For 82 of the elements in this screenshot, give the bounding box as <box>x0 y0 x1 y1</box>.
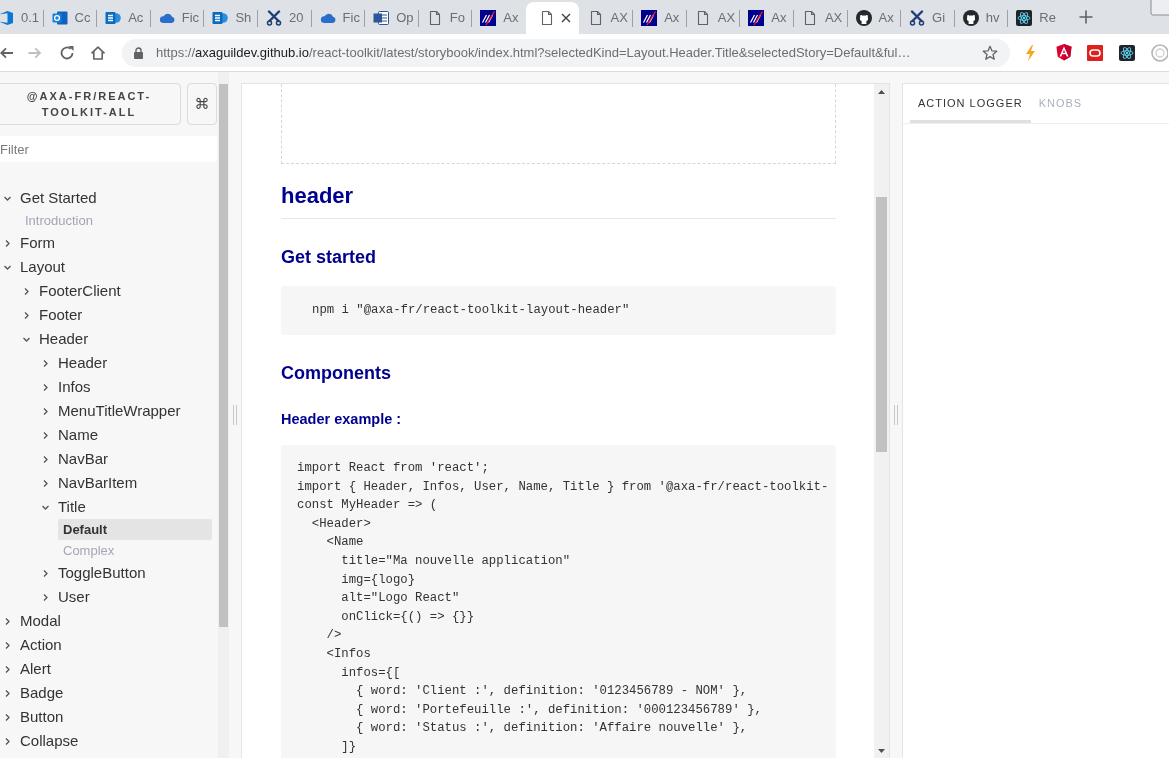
shortcuts-button[interactable]: ⌘ <box>187 83 217 125</box>
atom-icon <box>1016 10 1033 26</box>
storybook-title-button[interactable]: @AXA-FR/REACT-TOOLKIT-ALL <box>0 83 181 125</box>
cat-logo-icon <box>855 10 872 26</box>
close-icon[interactable] <box>560 13 571 23</box>
section-heading: Get started <box>281 246 378 269</box>
tree-item[interactable]: Form <box>0 231 218 255</box>
scroll-down-icon[interactable] <box>878 748 885 753</box>
stripes-logo-icon <box>641 10 658 26</box>
tree-item[interactable]: Infos <box>0 375 218 399</box>
browser-tab[interactable]: Ax <box>472 2 525 34</box>
tree-item[interactable]: Get Started <box>0 186 218 210</box>
browser-tab[interactable]: Ax <box>740 2 793 34</box>
scroll-up-icon[interactable] <box>878 89 885 94</box>
browser-tab[interactable]: AX <box>793 2 847 34</box>
resize-handle[interactable] <box>894 405 898 425</box>
browser-tab[interactable] <box>525 2 579 34</box>
browser-tab[interactable]: Fic <box>311 2 365 34</box>
atom-icon[interactable] <box>1119 44 1135 61</box>
shield-icon[interactable] <box>1056 44 1072 61</box>
tree-item[interactable]: Collapse <box>0 729 218 753</box>
code-block: npm i "@axa-fr/react-toolkit-layout-header" <box>281 286 836 335</box>
list-tile-icon <box>105 10 122 26</box>
browser-tab[interactable]: Ac <box>97 2 150 34</box>
tree-item[interactable]: NavBar <box>0 447 218 471</box>
browser-tab[interactable]: 0.1 <box>0 2 43 34</box>
code-block: import React from 'react'; import { Header, Infos, User, Name, Title } from '@axa-fr/react-toolkit- const MyHeader => ( <Header> <Name title="Ma nouvelle application" img={logo} alt="Logo React" onClick={() => {}} /> <Infos infos={[ { word: 'Client :', definition: '0123456789 - NOM' }, { word: 'Portefeuille :', definition: '000123456789' }, { word: 'Status :', definition: 'Affaire nouvelle' }, ]} <box>281 445 836 758</box>
cat-logo-icon <box>962 10 979 26</box>
tree-item[interactable]: Modal <box>0 609 218 633</box>
browser-tab[interactable]: Cc <box>43 2 97 34</box>
browser-tab[interactable]: Sh <box>204 2 257 34</box>
browser-tab[interactable]: Fo <box>418 2 472 34</box>
browser-tab[interactable]: 20 <box>257 2 311 34</box>
tree-item[interactable]: MenuTitleWrapper <box>0 399 218 423</box>
tree-item[interactable]: Title <box>0 495 218 519</box>
tree-item[interactable]: User <box>0 585 218 609</box>
browser-tab[interactable]: Gi <box>901 2 954 34</box>
url-text: https://axaguildev.github.io/react-toolkit/latest/storybook/index.html?selectedKind=Layout.Header.Title&selectedStory=Default&ful… <box>156 43 911 62</box>
filter-input[interactable]: Filter <box>0 136 217 162</box>
new-tab-icon[interactable] <box>1077 9 1094 25</box>
tree-item[interactable]: Button <box>0 705 218 729</box>
browser-tab[interactable]: Ax <box>633 2 686 34</box>
tree-item[interactable]: Header <box>0 327 218 351</box>
resize-handle[interactable] <box>233 405 237 425</box>
browser-tab[interactable]: hv <box>954 2 1008 34</box>
scrollbar-thumb[interactable] <box>219 84 228 627</box>
mail-icon <box>51 10 68 26</box>
tree-item[interactable]: ToggleButton <box>0 561 218 585</box>
addon-tab[interactable]: ACTION LOGGER <box>910 84 1031 123</box>
tree-item[interactable]: Layout <box>0 255 218 279</box>
home-icon[interactable] <box>90 44 106 61</box>
list-tile-icon <box>212 10 229 26</box>
tree-item[interactable]: Footer <box>0 303 218 327</box>
browser-tab[interactable]: Op <box>365 2 418 34</box>
browser-tab[interactable]: Re <box>1008 2 1061 34</box>
stripes-logo-icon <box>480 10 497 26</box>
address-bar[interactable]: https://axaguildev.github.io/react-toolkit/latest/storybook/index.html?selectedKind=Layout.Header.Title&selectedStory=Default&ful… <box>122 38 1010 67</box>
scrollbar-thumb[interactable] <box>876 197 887 452</box>
tree-item[interactable]: FooterClient <box>0 279 218 303</box>
tree-item[interactable]: Badge <box>0 681 218 705</box>
bookmark-star-icon[interactable] <box>982 44 998 61</box>
lock-icon <box>134 46 143 59</box>
browser-tab[interactable]: Ax <box>847 2 901 34</box>
document-tile-icon <box>373 10 390 26</box>
tree-item[interactable]: Header <box>0 351 218 375</box>
tree-item[interactable]: NavBarItem <box>0 471 218 495</box>
subheading: Header example : <box>281 410 403 429</box>
page-title: header <box>281 181 836 219</box>
scissors-icon <box>265 10 282 26</box>
browser-tab[interactable]: AX <box>686 2 740 34</box>
tree-item[interactable]: Name <box>0 423 218 447</box>
stripes-logo-icon <box>748 10 765 26</box>
scissors-icon <box>909 10 926 26</box>
tree-item[interactable]: Action <box>0 633 218 657</box>
browser-tab[interactable]: AX <box>579 2 633 34</box>
ring-tile-icon[interactable] <box>1087 44 1103 61</box>
story-item[interactable]: Default <box>58 519 212 540</box>
app-icon <box>0 10 14 26</box>
reload-icon[interactable] <box>59 44 75 61</box>
browser-tab[interactable]: Fic <box>150 2 204 34</box>
tree-item[interactable]: Alert <box>0 657 218 681</box>
section-heading: Components <box>281 362 392 385</box>
